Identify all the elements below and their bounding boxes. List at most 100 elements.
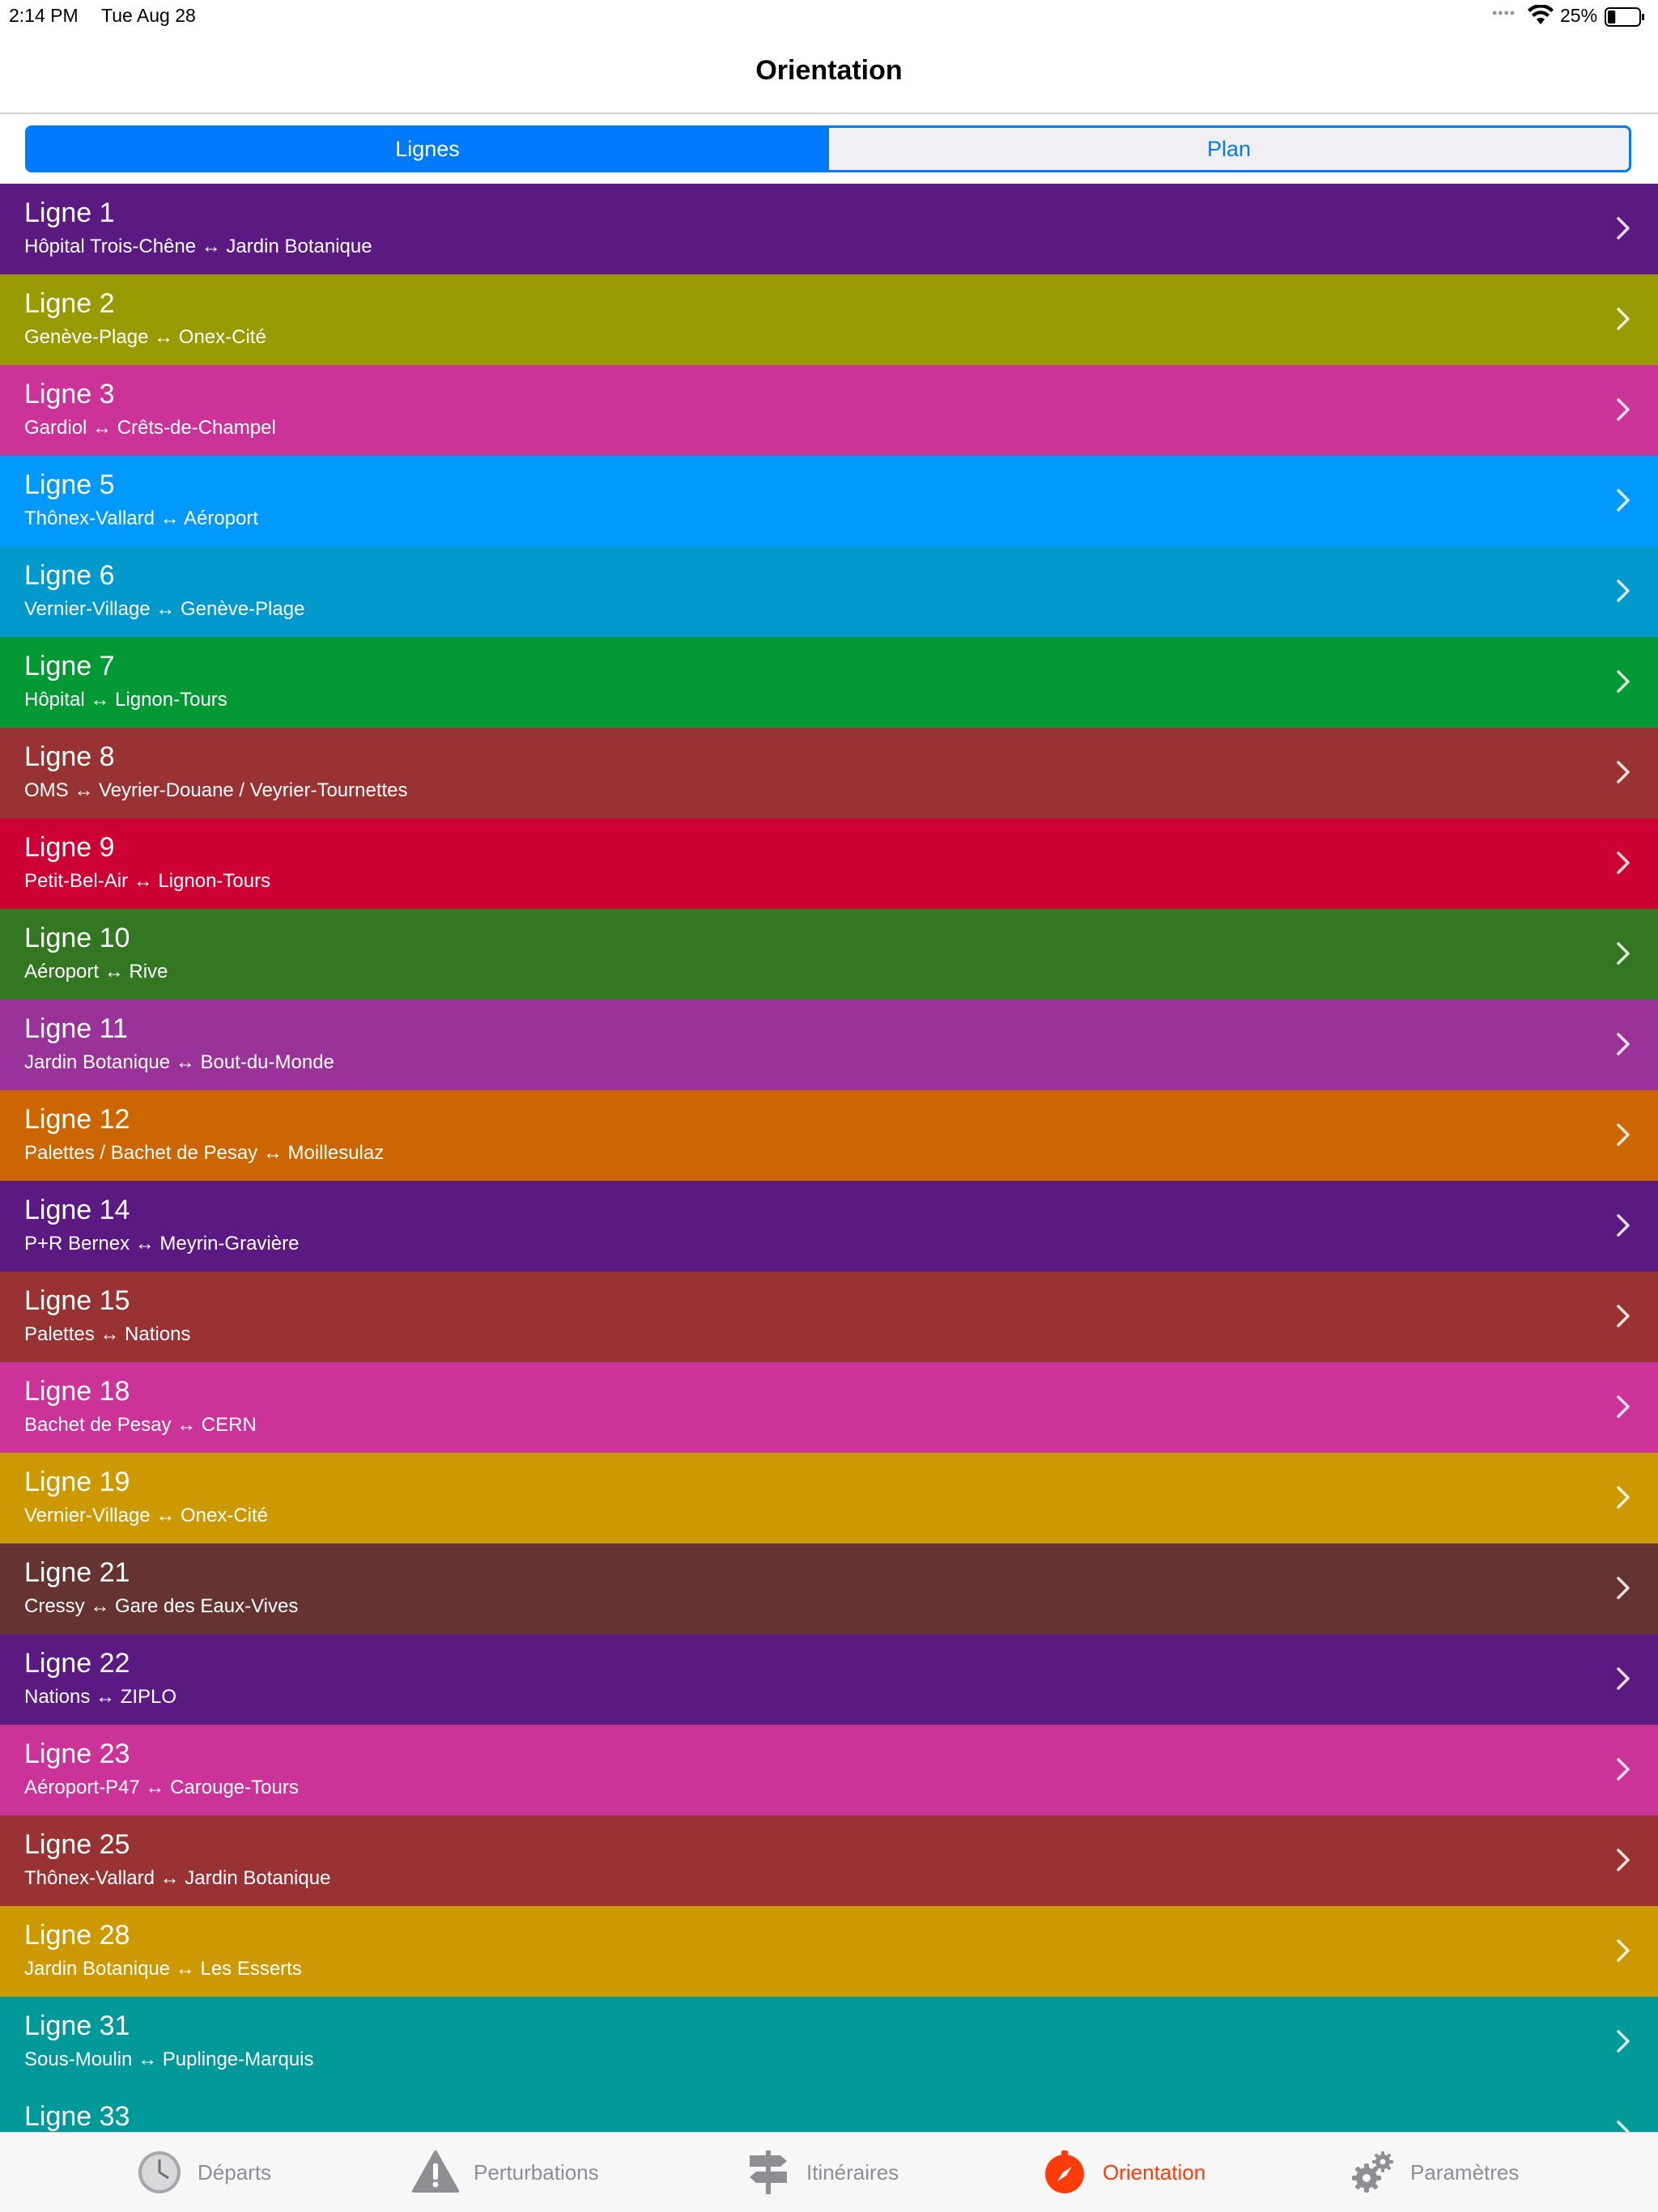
chevron-right-icon [1617,1214,1630,1237]
line-row[interactable]: Ligne 2 Genève-Plage ↔ Onex-Cité [0,274,1658,365]
tab-label: Paramètres [1410,2159,1520,2184]
chevron-right-icon [1617,489,1630,512]
view-segmented-control: Lignes Plan [25,125,1631,172]
line-route: Vernier-Village ↔ Genève-Plage [24,598,305,620]
chevron-right-icon [1617,851,1630,874]
line-row[interactable]: Ligne 6 Vernier-Village ↔ Genève-Plage [0,546,1658,637]
chevron-right-icon [1617,761,1630,783]
segment-plan[interactable]: Plan [827,128,1629,170]
line-row[interactable]: Ligne 3 Gardiol ↔ Crêts-de-Champel [0,365,1658,456]
chevron-right-icon [1617,398,1630,421]
line-row[interactable]: Ligne 19 Vernier-Village ↔ Onex-Cité [0,1453,1658,1543]
chevron-right-icon [1617,1123,1630,1146]
line-row[interactable]: Ligne 18 Bachet de Pesay ↔ CERN [0,1362,1658,1453]
line-route: Aéroport ↔ Rive [24,961,168,983]
line-name: Ligne 3 [24,379,115,410]
chevron-right-icon [1617,2121,1630,2132]
status-bar: 2:14 PM Tue Aug 28 •••• 25% [0,0,1658,32]
line-name: Ligne 25 [24,1829,130,1860]
line-row[interactable]: Ligne 5 Thônex-Vallard ↔ Aéroport [0,456,1658,546]
line-name: Ligne 15 [24,1285,130,1316]
gears-icon [1352,2151,1393,2193]
line-row[interactable]: Ligne 28 Jardin Botanique ↔ Les Esserts [0,1906,1658,1997]
line-route: OMS ↔ Veyrier-Douane / Veyrier-Tournette… [24,779,408,801]
line-name: Ligne 28 [24,1920,130,1951]
chevron-right-icon [1617,217,1630,240]
line-row[interactable]: Ligne 9 Petit-Bel-Air ↔ Lignon-Tours [0,818,1658,909]
tab-parametres[interactable]: Paramètres [1349,2133,1519,2212]
tab-bar: Départs Perturbations Itinéraires Orient… [0,2132,1658,2212]
tab-label: Itinéraires [806,2159,899,2184]
line-name: Ligne 18 [24,1376,130,1407]
line-row[interactable]: Ligne 11 Jardin Botanique ↔ Bout-du-Monde [0,1000,1658,1090]
line-name: Ligne 6 [24,560,115,591]
lines-list[interactable]: Ligne 1 Hôpital Trois-Chêne ↔ Jardin Bota… [0,184,1658,2132]
chevron-right-icon [1617,1758,1630,1781]
tab-departs[interactable]: Départs [136,2133,271,2212]
line-name: Ligne 11 [24,1013,128,1044]
line-route: Hôpital ↔ Lignon-Tours [24,689,227,711]
line-route: Cressy ↔ Gare des Eaux-Vives [24,1595,299,1617]
warning-icon [412,2150,459,2193]
chevron-right-icon [1617,1395,1630,1418]
chevron-right-icon [1617,1486,1630,1509]
battery-icon [1605,7,1644,27]
line-row[interactable]: Ligne 10 Aéroport ↔ Rive [0,909,1658,1000]
tab-orientation[interactable]: Orientation [1041,2133,1205,2212]
tab-label: Orientation [1103,2159,1206,2184]
line-row[interactable]: Ligne 25 Thônex-Vallard ↔ Jardin Botaniqu… [0,1815,1658,1906]
line-name: Ligne 2 [24,288,115,319]
line-name: Ligne 9 [24,832,115,863]
line-route: Petit-Bel-Air ↔ Lignon-Tours [24,870,271,892]
line-row[interactable]: Ligne 12 Palettes / Bachet de Pesay ↔ Moi… [0,1090,1658,1181]
line-row[interactable]: Ligne 8 OMS ↔ Veyrier-Douane / Veyrier-To… [0,728,1658,818]
line-name: Ligne 23 [24,1739,130,1769]
line-name: Ligne 33 [24,2101,130,2132]
chevron-right-icon [1617,308,1630,330]
wifi-icon [1528,5,1554,24]
line-name: Ligne 5 [24,469,115,500]
segment-lignes[interactable]: Lignes [28,128,827,170]
line-name: Ligne 19 [24,1467,130,1497]
line-route: Nations ↔ ZIPLO [24,1686,177,1708]
line-route: Palettes / Bachet de Pesay ↔ Moillesulaz [24,1142,385,1164]
line-row[interactable]: Ligne 7 Hôpital ↔ Lignon-Tours [0,637,1658,728]
line-route: Aéroport-P47 ↔ Carouge-Tours [24,1777,299,1798]
line-route: Sous-Moulin ↔ Puplinge-Marquis [24,2049,314,2070]
line-name: Ligne 10 [24,923,130,953]
status-date: Tue Aug 28 [101,5,196,26]
line-name: Ligne 7 [24,651,115,681]
line-name: Ligne 8 [24,741,115,772]
tab-label: Perturbations [474,2159,599,2184]
line-row[interactable]: Ligne 33 [0,2087,1658,2132]
line-route: Bachet de Pesay ↔ CERN [24,1414,257,1436]
chevron-right-icon [1617,2030,1630,2053]
tab-perturbations[interactable]: Perturbations [412,2133,599,2212]
line-route: Jardin Botanique ↔ Les Esserts [24,1958,302,1980]
line-row[interactable]: Ligne 31 Sous-Moulin ↔ Puplinge-Marquis [0,1997,1658,2087]
line-row[interactable]: Ligne 22 Nations ↔ ZIPLO [0,1634,1658,1725]
chevron-right-icon [1617,1033,1630,1055]
chevron-right-icon [1617,1577,1630,1599]
line-row[interactable]: Ligne 15 Palettes ↔ Nations [0,1272,1658,1362]
line-route: Palettes ↔ Nations [24,1323,191,1345]
line-row[interactable]: Ligne 14 P+R Bernex ↔ Meyrin-Gravière [0,1181,1658,1272]
line-name: Ligne 21 [24,1557,130,1588]
chevron-right-icon [1617,670,1630,693]
chevron-right-icon [1617,942,1630,965]
battery-percent: 25% [1560,5,1598,26]
line-row[interactable]: Ligne 23 Aéroport-P47 ↔ Carouge-Tours [0,1725,1658,1815]
line-row[interactable]: Ligne 21 Cressy ↔ Gare des Eaux-Vives [0,1543,1658,1634]
clock-icon [138,2151,181,2193]
line-name: Ligne 31 [24,2010,130,2041]
signpost-icon [750,2150,787,2194]
tab-label: Départs [198,2159,272,2184]
line-route: P+R Bernex ↔ Meyrin-Gravière [24,1233,300,1255]
line-row[interactable]: Ligne 1 Hôpital Trois-Chêne ↔ Jardin Bota… [0,184,1658,274]
chevron-right-icon [1617,580,1630,602]
chevron-right-icon [1617,1667,1630,1690]
line-route: Vernier-Village ↔ Onex-Cité [24,1505,269,1526]
tab-itineraires[interactable]: Itinéraires [745,2133,899,2212]
line-route: Genève-Plage ↔ Onex-Cité [24,326,266,348]
line-route: Thônex-Vallard ↔ Aéroport [24,507,259,529]
